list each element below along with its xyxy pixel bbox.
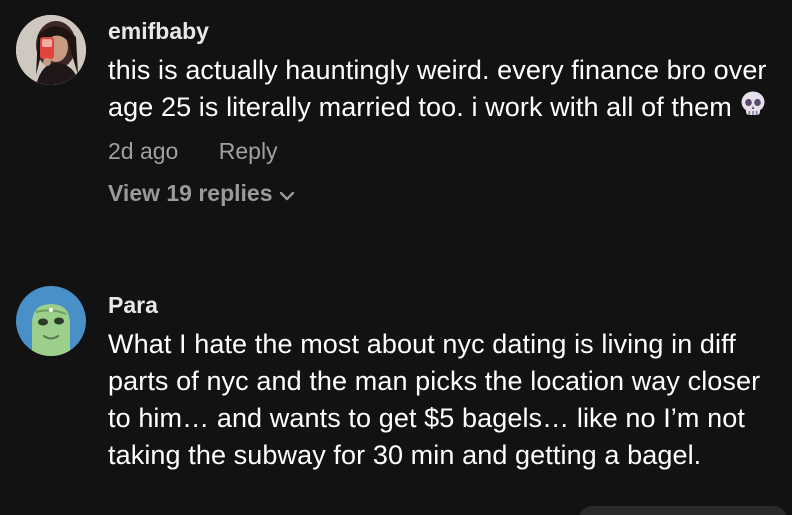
floating-bar[interactable] bbox=[578, 506, 788, 515]
comment-text: this is actually hauntingly weird. every… bbox=[108, 55, 767, 122]
comment-body: Para What I hate the most about nyc dati… bbox=[108, 290, 778, 474]
comment-text: What I hate the most about nyc dating is… bbox=[108, 329, 761, 470]
view-replies-button[interactable]: View 19 replies bbox=[108, 178, 295, 208]
view-replies-label: View 19 replies bbox=[108, 180, 273, 206]
comment-timestamp: 2d ago bbox=[108, 138, 179, 164]
comment-body: emifbaby this is actually hauntingly wei… bbox=[108, 16, 778, 208]
comment-username[interactable]: emifbaby bbox=[108, 16, 778, 46]
chevron-down-icon bbox=[279, 191, 294, 201]
avatar[interactable] bbox=[16, 15, 86, 85]
avatar[interactable] bbox=[16, 286, 86, 356]
reply-button[interactable]: Reply bbox=[219, 133, 278, 169]
comment-meta: 2d ago Reply bbox=[108, 133, 778, 169]
user-photo-icon bbox=[16, 15, 86, 85]
skull-icon bbox=[741, 91, 765, 115]
comment-username[interactable]: Para bbox=[108, 290, 778, 320]
alien-avatar-icon bbox=[16, 286, 86, 356]
